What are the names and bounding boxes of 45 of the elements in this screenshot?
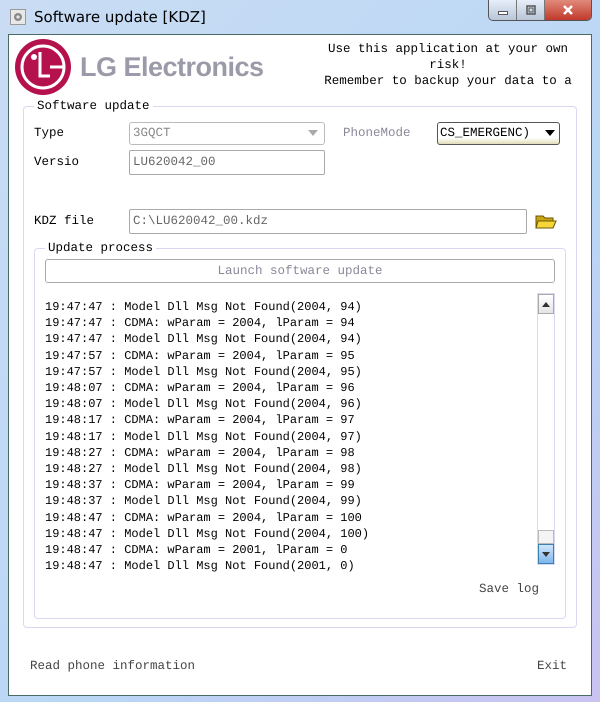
log-line: 19:48:17 : Model Dll Msg Not Found(2004, 97)	[45, 428, 363, 445]
caret-icon	[308, 130, 318, 136]
log-line: 19:47:47 : CDMA: wParam = 2004, lParam = 94	[45, 315, 356, 332]
read-phone-information-button[interactable]: Read phone information	[28, 657, 198, 675]
minimize-button[interactable]	[489, 0, 517, 20]
logo-text: LG Electronics	[80, 52, 264, 82]
log-line: 19:48:47 : CDMA: wParam = 2001, lParam = 0	[45, 542, 348, 558]
warning-text: Use this application at your own risk! Remember to backup your data to a	[323, 41, 573, 89]
log-line: 19:48:37 : CDMA: wParam = 2004, lParam = 99	[45, 477, 356, 494]
close-button[interactable]	[545, 0, 591, 20]
save-log-button[interactable]: Save log	[476, 580, 541, 598]
log-line: 19:47:57 : CDMA: wParam = 2004, lParam = 95	[45, 348, 356, 364]
log-line: 19:48:07 : Model Dll Msg Not Found(2004, 96)	[45, 396, 363, 412]
scrollbar[interactable]	[537, 293, 555, 565]
log-line: 19:48:47 : Model Dll Msg Not Found(2004, 100)	[45, 526, 370, 542]
field-label: KDZ file	[34, 214, 96, 228]
group-title: Update process	[47, 241, 154, 255]
log-line: 19:48:47 : CDMA: wParam = 2004, lParam = 100	[45, 510, 363, 526]
caret-icon	[545, 130, 555, 136]
log-line: 19:47:47 : Model Dll Msg Not Found(2004, 94)	[45, 331, 363, 348]
log-line: 19:47:57 : Model Dll Msg Not Found(2004, 95)	[45, 364, 363, 380]
kdz-file-field[interactable]: C:\LU620042_00.kdz	[129, 208, 527, 234]
phone-mode-dropdown[interactable]: CS_EMERGENC)	[437, 122, 560, 144]
log-line: 19:48:37 : Model Dll Msg Not Found(2004, 99)	[45, 493, 363, 510]
field-label: Versio	[34, 155, 80, 169]
field-label: Type	[34, 126, 66, 140]
log-line: 19:48:07 : CDMA: wParam = 2004, lParam = 96	[45, 380, 356, 396]
down-arrow-icon[interactable]	[542, 552, 550, 556]
up-arrow-icon[interactable]	[542, 302, 550, 306]
window-title: Software update [KDZ]	[34, 8, 206, 26]
maximize-button[interactable]	[517, 0, 545, 20]
logo-icon	[14, 38, 72, 96]
version-field[interactable]: LU620042_00	[129, 150, 325, 174]
log-line: 19:48:17 : CDMA: wParam = 2004, lParam = 97	[45, 412, 356, 429]
field-label: PhoneMode	[343, 126, 412, 140]
group-title: Software update	[36, 99, 151, 113]
scrollbar-thumb[interactable]	[538, 530, 554, 544]
log-line: 19:48:27 : CDMA: wParam = 2004, lParam = 98	[45, 444, 356, 462]
log-line: 19:48:47 : Model Dll Msg Not Found(2001, 0)	[45, 558, 356, 574]
minimize-icon	[498, 11, 508, 15]
log-line: 19:48:27 : Model Dll Msg Not Found(2004, 98)	[45, 461, 363, 478]
maximize-icon	[524, 4, 536, 16]
close-icon	[562, 4, 574, 16]
exit-button[interactable]: Exit	[534, 657, 569, 675]
log-line: 19:47:47 : Model Dll Msg Not Found(2004, 94)	[45, 299, 363, 316]
